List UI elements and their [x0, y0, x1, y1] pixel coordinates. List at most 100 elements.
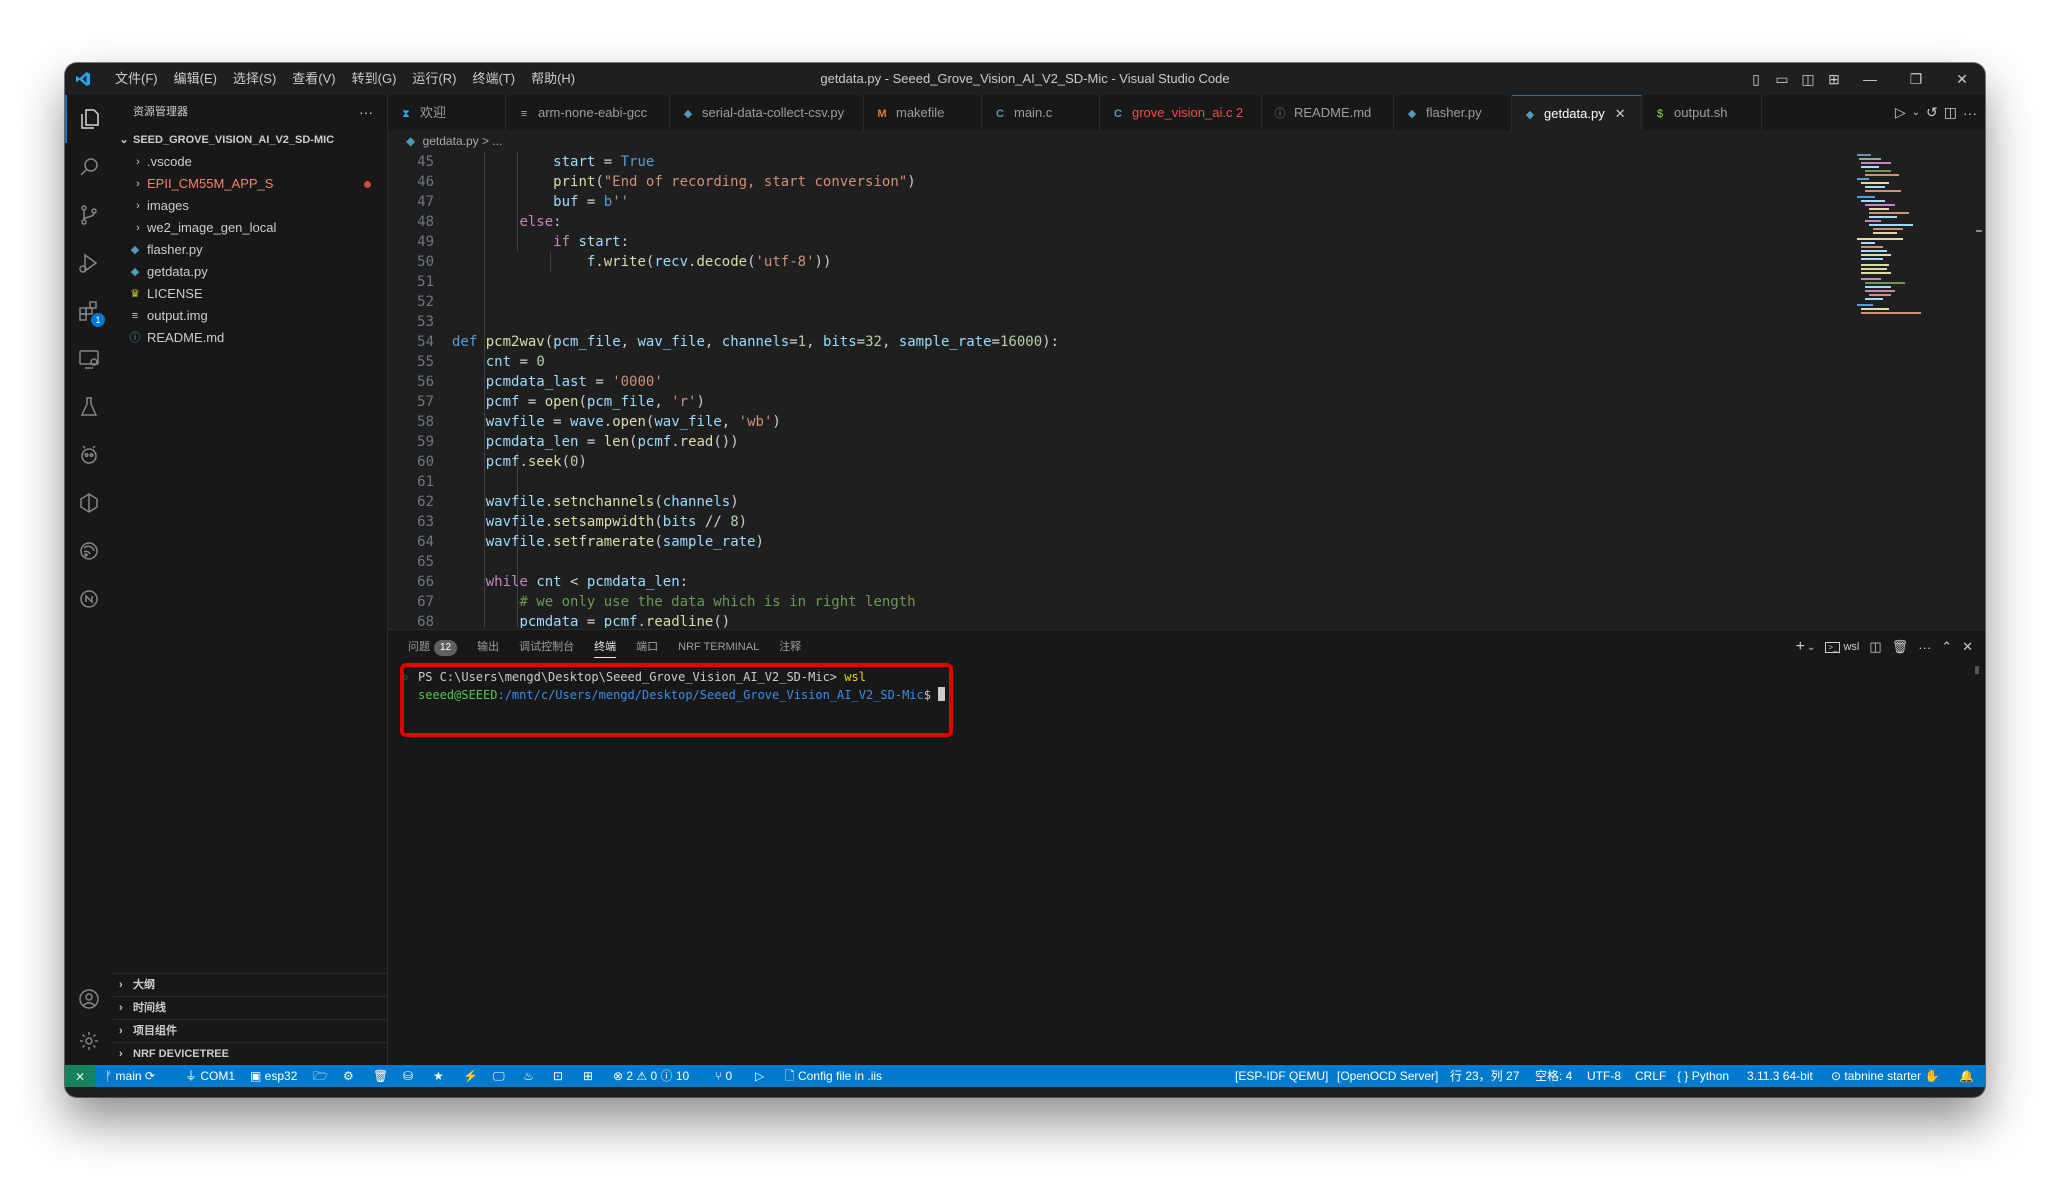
- tree-item-license[interactable]: ♛ LICENSE: [113, 283, 387, 305]
- testing-icon[interactable]: [65, 383, 113, 431]
- tree-item-we2[interactable]: › we2_image_gen_local: [113, 217, 387, 239]
- tab-output[interactable]: 输出: [467, 630, 509, 664]
- kill-terminal-trash-icon[interactable]: 🗑: [1892, 639, 1909, 655]
- build-cylinder-icon[interactable]: ⛁: [403, 1065, 413, 1087]
- toggle-panel-icon[interactable]: ▭: [1769, 63, 1795, 95]
- nrf-devicetree-section[interactable]: › NRF DEVICETREE: [113, 1042, 387, 1065]
- close-panel-icon[interactable]: ✕: [1962, 639, 1973, 655]
- toggle-primary-sidebar-icon[interactable]: ▯: [1743, 63, 1769, 95]
- openocd-server[interactable]: [OpenOCD Server]: [1337, 1065, 1438, 1087]
- editor-scrollbar[interactable]: [1973, 152, 1985, 628]
- tab-getdata[interactable]: ◆ getdata.py ✕: [1512, 95, 1642, 130]
- terminal-profile-chevron-icon[interactable]: ⌄: [1807, 642, 1815, 653]
- tabnine-status[interactable]: ⊙ tabnine starter ✋: [1831, 1065, 1939, 1087]
- monitor-icon[interactable]: 🖵: [493, 1065, 505, 1087]
- target-indicator[interactable]: ▣ esp32: [250, 1065, 297, 1087]
- split-editor-icon[interactable]: ◫: [1944, 104, 1957, 121]
- more-actions-icon[interactable]: ···: [1918, 640, 1931, 655]
- code-editor[interactable]: 45 start = True 46 print("End of recordi…: [388, 152, 1985, 628]
- source-control-icon[interactable]: [65, 191, 113, 239]
- branch-indicator[interactable]: ᚠ main ⟳: [105, 1065, 155, 1087]
- language-mode[interactable]: { } Python: [1677, 1065, 1729, 1087]
- split-terminal-icon[interactable]: ◫: [1869, 639, 1881, 655]
- tab-serial-data-collect[interactable]: ◆ serial-data-collect-csv.py: [670, 95, 864, 130]
- folder-icon[interactable]: 🗁: [313, 1065, 328, 1087]
- toggle-secondary-sidebar-icon[interactable]: ◫: [1795, 63, 1821, 95]
- esp-idf-icon[interactable]: [65, 527, 113, 575]
- customize-layout-icon[interactable]: ⊞: [1821, 63, 1847, 95]
- platformio-icon[interactable]: [65, 431, 113, 479]
- tab-output-sh[interactable]: $ output.sh: [1642, 95, 1762, 130]
- tree-item-epii[interactable]: › EPII_CM55M_APP_S: [113, 173, 387, 195]
- more-actions-icon[interactable]: ···: [359, 95, 373, 129]
- manage-gear-icon[interactable]: [65, 1017, 113, 1065]
- outline-section[interactable]: › 大纲: [113, 973, 387, 996]
- search-icon[interactable]: [65, 143, 113, 191]
- tree-item-flasher[interactable]: ◆ flasher.py: [113, 239, 387, 261]
- breadcrumb-path[interactable]: getdata.py > ...: [423, 134, 503, 148]
- ports-indicator[interactable]: ⑂ 0: [715, 1065, 732, 1087]
- terminal-scrollbar[interactable]: [1975, 666, 1979, 674]
- remote-explorer-icon[interactable]: [65, 335, 113, 383]
- terminal-shell-selector[interactable]: >_ wsl: [1825, 641, 1859, 653]
- accounts-icon[interactable]: [65, 975, 113, 1023]
- tab-ports[interactable]: 端口: [626, 630, 668, 664]
- notifications-bell-icon[interactable]: 🔔: [1959, 1065, 1974, 1087]
- config-indicator[interactable]: 🗋 Config file in .iis: [785, 1065, 882, 1087]
- python-interpreter[interactable]: 3.11.3 64-bit: [1747, 1065, 1813, 1087]
- tab-grove-vision-ai-c[interactable]: Cgrove_vision_ai.c 2: [1100, 95, 1262, 130]
- flash-lightning-icon[interactable]: ⚡: [463, 1065, 478, 1087]
- explorer-icon[interactable]: [65, 95, 113, 143]
- indentation[interactable]: 空格: 4: [1535, 1065, 1572, 1087]
- timeline-history-icon[interactable]: ↺: [1926, 104, 1938, 121]
- tree-item-vscode[interactable]: › .vscode: [113, 151, 387, 173]
- more-actions-icon[interactable]: ···: [1963, 105, 1977, 121]
- restore-icon[interactable]: ❐: [1893, 63, 1939, 95]
- minimize-icon[interactable]: —: [1847, 63, 1893, 95]
- close-tab-icon[interactable]: ✕: [1615, 106, 1626, 121]
- flame-icon[interactable]: ♨: [523, 1065, 534, 1087]
- new-terminal-plus-icon[interactable]: +: [1796, 638, 1805, 656]
- tab-terminal[interactable]: 终端: [584, 630, 626, 664]
- full-clean-trash-icon[interactable]: 🗑: [373, 1065, 388, 1087]
- remote-indicator-icon[interactable]: ⨯: [65, 1065, 95, 1087]
- tab-flasher[interactable]: ◆ flasher.py: [1394, 95, 1512, 130]
- cursor-position[interactable]: 行 23，列 27: [1450, 1065, 1519, 1087]
- tree-item-output-img[interactable]: ≡ output.img: [113, 305, 387, 327]
- terminal-icon: >_: [1825, 642, 1841, 653]
- tree-item-getdata[interactable]: ◆ getdata.py: [113, 261, 387, 283]
- tab-nrf-terminal[interactable]: NRF TERMINAL: [668, 630, 769, 664]
- tab-arm-none-eabi-gcc[interactable]: ≡ arm-none-eabi-gcc: [506, 95, 670, 130]
- tab-main-c[interactable]: Cmain.c: [982, 95, 1100, 130]
- run-dropdown-chevron-icon[interactable]: ⌄: [1912, 107, 1920, 118]
- tab-comments[interactable]: 注释: [769, 630, 811, 664]
- tab-problems[interactable]: 问题 12: [398, 630, 467, 664]
- tab-makefile[interactable]: Mmakefile: [864, 95, 982, 130]
- esp-idf-qemu[interactable]: [ESP-IDF QEMU]: [1235, 1065, 1328, 1087]
- run-play-icon[interactable]: ▷: [755, 1065, 764, 1087]
- run-debug-icon[interactable]: [65, 239, 113, 287]
- extensions-icon[interactable]: 1: [65, 287, 113, 335]
- workspace-root[interactable]: ⌄ SEED_GROVE_VISION_AI_V2_SD-MIC: [113, 129, 387, 151]
- minimap[interactable]: [1855, 152, 1955, 628]
- tab-welcome[interactable]: ⧗ 欢迎: [388, 95, 506, 130]
- encoding[interactable]: UTF-8: [1587, 1065, 1621, 1087]
- flash-star-icon[interactable]: ★: [433, 1065, 444, 1087]
- maximize-panel-chevron-up-icon[interactable]: ⌃: [1941, 639, 1952, 655]
- settings-gear-icon[interactable]: ⚙: [343, 1065, 354, 1087]
- build-flash-monitor-icon[interactable]: ⊞: [583, 1065, 593, 1087]
- project-components-section[interactable]: › 项目组件: [113, 1019, 387, 1042]
- close-window-icon[interactable]: ✕: [1939, 63, 1985, 95]
- tab-readme[interactable]: ⓘ README.md: [1262, 95, 1394, 130]
- end-of-line[interactable]: CRLF: [1635, 1065, 1666, 1087]
- timeline-section[interactable]: › 时间线: [113, 996, 387, 1019]
- terminal-icon[interactable]: ⊡: [553, 1065, 563, 1087]
- tree-item-readme[interactable]: ⓘ README.md: [113, 327, 387, 349]
- problems-indicator[interactable]: ⊗ 2 ⚠ 0 ⓘ 10: [613, 1065, 689, 1087]
- run-python-icon[interactable]: ▷: [1895, 104, 1906, 121]
- serial-port-indicator[interactable]: ⏚ COM1: [185, 1065, 235, 1087]
- tree-item-images[interactable]: › images: [113, 195, 387, 217]
- nrf-connect-icon[interactable]: [65, 575, 113, 623]
- cmake-icon[interactable]: [65, 479, 113, 527]
- tab-debug-console[interactable]: 调试控制台: [509, 630, 584, 664]
